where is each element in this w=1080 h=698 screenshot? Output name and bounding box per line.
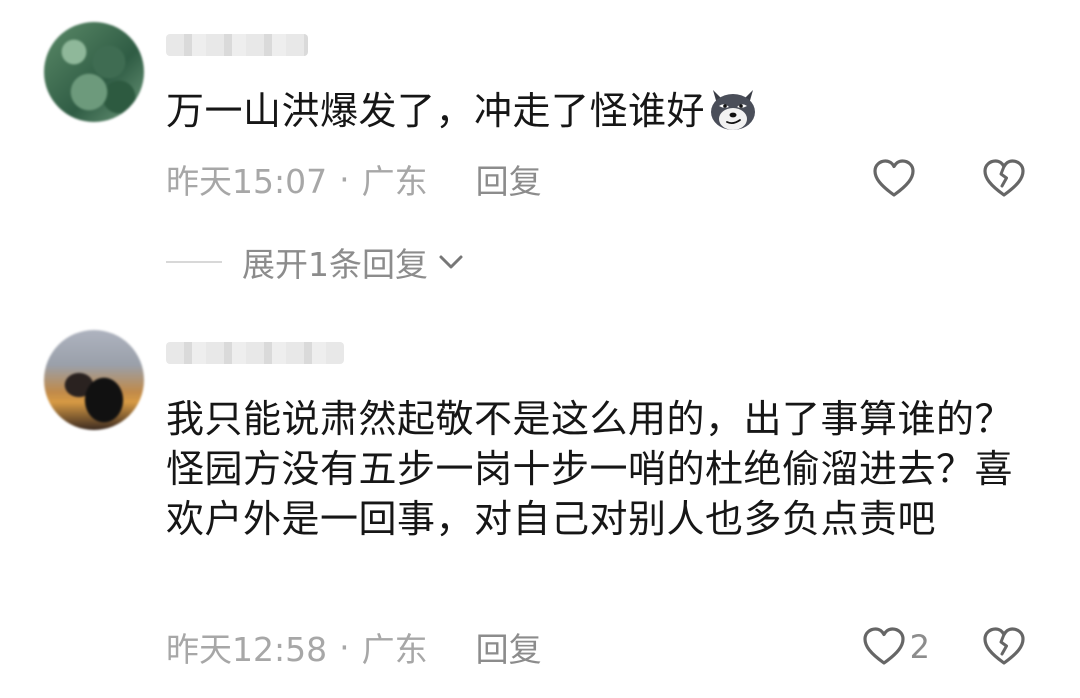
comment-actions xyxy=(870,155,1028,203)
comment-meta: 昨天15:07 · 广东 回复 xyxy=(166,155,542,203)
heart-outline-icon xyxy=(873,159,915,197)
comment-text-content: 万一山洪爆发了，冲走了怪谁好 xyxy=(166,89,706,133)
broken-heart-icon xyxy=(983,627,1025,665)
dislike-button[interactable] xyxy=(980,623,1028,671)
heart-outline-icon xyxy=(863,627,905,665)
username-blurred[interactable] xyxy=(166,34,308,56)
like-button[interactable] xyxy=(870,155,920,203)
divider xyxy=(166,261,222,263)
username-blurred[interactable] xyxy=(166,342,344,364)
separator-dot: · xyxy=(339,159,350,199)
location: 广东 xyxy=(361,630,428,669)
avatar[interactable] xyxy=(44,22,144,122)
reply-button[interactable]: 回复 xyxy=(476,623,542,671)
reply-button[interactable]: 回复 xyxy=(476,155,542,203)
comment-text: 我只能说肃然起敬不是这么用的，出了事算谁的？怪园方没有五步一岗十步一哨的杜绝偷溜… xyxy=(166,394,1036,544)
avatar[interactable] xyxy=(44,330,144,430)
comment-text-content: 我只能说肃然起敬不是这么用的，出了事算谁的？怪园方没有五步一岗十步一哨的杜绝偷溜… xyxy=(166,397,1014,541)
comment-meta: 昨天12:58 · 广东 回复 xyxy=(166,623,542,671)
expand-replies-label: 展开1条回复 xyxy=(242,245,428,284)
smirking-dog-emoji-icon xyxy=(711,90,756,130)
comment-item: 万一山洪爆发了，冲走了怪谁好 昨天15:07 · 广东 回复 展开1条回复 xyxy=(0,0,1080,300)
expand-replies-button[interactable]: 展开1条回复 xyxy=(166,240,464,284)
timestamp: 昨天12:58 xyxy=(166,630,328,669)
comment-actions: 2 xyxy=(860,623,1028,671)
timestamp: 昨天15:07 xyxy=(166,162,328,201)
comment-item: 我只能说肃然起敬不是这么用的，出了事算谁的？怪园方没有五步一岗十步一哨的杜绝偷溜… xyxy=(0,318,1080,698)
chevron-down-icon xyxy=(439,255,463,269)
like-count: 2 xyxy=(909,628,930,666)
location: 广东 xyxy=(361,162,428,201)
broken-heart-icon xyxy=(983,159,1025,197)
like-button[interactable]: 2 xyxy=(860,623,930,671)
dislike-button[interactable] xyxy=(980,155,1028,203)
separator-dot: · xyxy=(339,627,350,667)
comment-text: 万一山洪爆发了，冲走了怪谁好 xyxy=(166,86,1046,136)
